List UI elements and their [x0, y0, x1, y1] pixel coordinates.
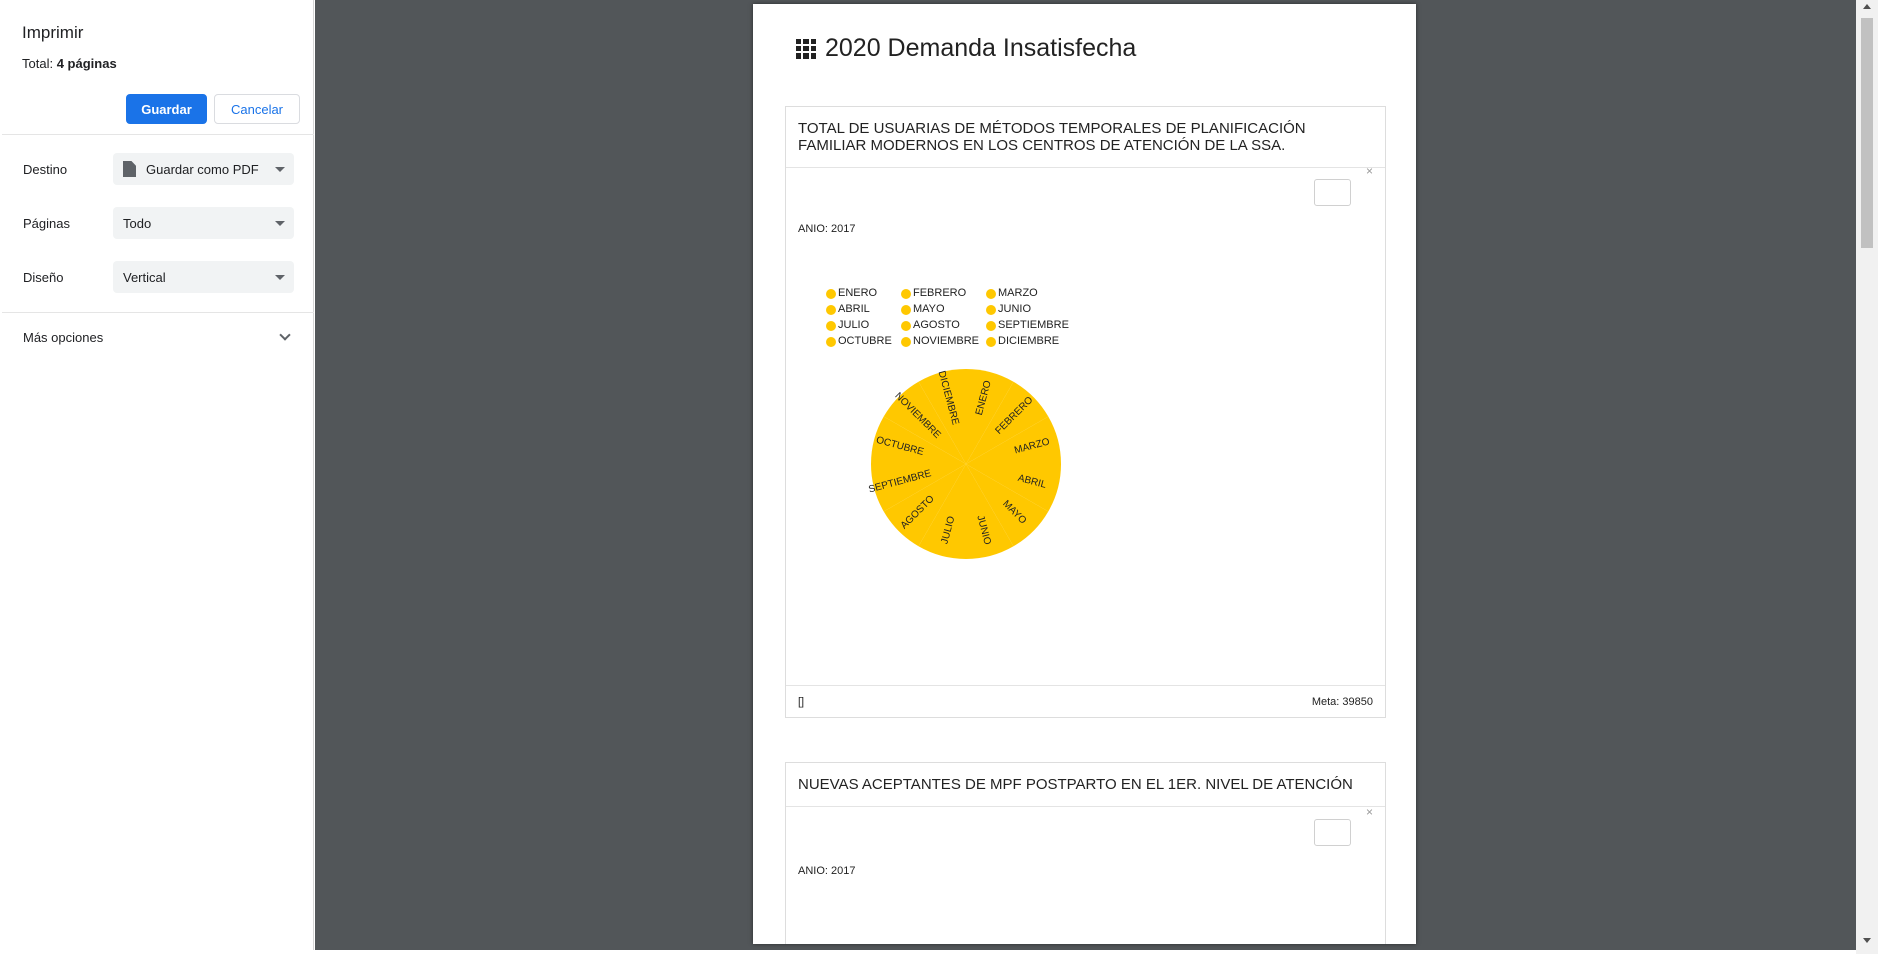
legend-item: JULIO [826, 319, 901, 332]
destination-label: Destino [23, 162, 68, 177]
year-label: ANIO: 2017 [798, 223, 856, 235]
legend-item: ENERO [826, 287, 901, 300]
close-icon[interactable]: × [1366, 164, 1373, 178]
print-preview-window: Imprimir Total: 4 páginas Guardar Cancel… [0, 0, 1878, 954]
legend-swatch [901, 288, 911, 299]
pages-label: Páginas [23, 216, 70, 231]
pages-value: Todo [123, 215, 152, 231]
pie-chart: ENERO FEBREROMARZOABRILMAYOJUNIOJULIOAGOS… [867, 369, 1061, 559]
scroll-down-arrow-icon[interactable] [1863, 938, 1871, 943]
card-heading: NUEVAS ACEPTANTES DE MPF POSTPARTO EN EL… [786, 763, 1385, 807]
pages-select[interactable]: Todo [113, 207, 294, 239]
legend-swatch [826, 320, 836, 331]
page-total: Total: 4 páginas [22, 56, 117, 71]
legend-label: AGOSTO [913, 319, 960, 331]
legend-item: MAYO [901, 303, 986, 316]
card-option-box[interactable] [1314, 819, 1351, 846]
legend-label: ENERO [838, 287, 878, 299]
footer-data: [] [798, 696, 805, 708]
total-value: 4 páginas [56, 56, 117, 71]
apps-grid-icon [796, 38, 816, 59]
legend-swatch [826, 304, 836, 315]
legend-swatch [986, 320, 996, 331]
card-footer: [] Meta: 39850 [786, 685, 1385, 717]
destination-select[interactable]: Guardar como PDF [113, 153, 294, 185]
legend-swatch [826, 288, 836, 299]
layout-select[interactable]: Vertical [113, 261, 294, 293]
legend-item: FEBRERO [901, 287, 986, 300]
cancel-button[interactable]: Cancelar [214, 94, 300, 124]
legend-item: AGOSTO [901, 319, 986, 332]
page-preview: 2020 Demanda Insatisfecha TOTAL DE USUAR… [753, 4, 1416, 944]
page-title: 2020 Demanda Insatisfecha [796, 34, 1136, 63]
legend-swatch [901, 304, 911, 315]
legend-label: JUNIO [998, 303, 1031, 315]
legend-label: SEPTIEMBRE [998, 319, 1069, 331]
dropdown-arrow-icon [275, 275, 285, 280]
legend-item: MARZO [986, 287, 1076, 300]
total-label: Total: [22, 56, 54, 71]
legend-swatch [901, 320, 911, 331]
page-title-text: 2020 Demanda Insatisfecha [825, 34, 1137, 62]
legend-label: JULIO [838, 319, 870, 331]
dropdown-arrow-icon [275, 167, 285, 172]
legend-swatch [826, 336, 836, 347]
chart-card: TOTAL DE USUARIAS DE MÉTODOS TEMPORALES … [785, 106, 1386, 718]
divider [2, 312, 314, 313]
chart-card: NUEVAS ACEPTANTES DE MPF POSTPARTO EN EL… [785, 762, 1386, 944]
divider [2, 134, 314, 135]
year-label: ANIO: 2017 [798, 865, 856, 877]
document-icon [123, 161, 136, 177]
chevron-down-icon[interactable] [279, 329, 291, 341]
goal-label: Meta: 39850 [1311, 696, 1373, 708]
legend-swatch [986, 304, 996, 315]
legend-label: FEBRERO [913, 287, 967, 299]
print-settings-panel: Imprimir Total: 4 páginas Guardar Cancel… [2, 0, 314, 950]
legend-swatch [986, 288, 996, 299]
scroll-thumb[interactable] [1861, 18, 1873, 248]
scroll-up-arrow-icon[interactable] [1863, 4, 1871, 9]
destination-value: Guardar como PDF [146, 161, 259, 177]
legend-label: ABRIL [838, 303, 870, 315]
layout-label: Diseño [23, 270, 64, 285]
card-option-box[interactable] [1314, 179, 1351, 206]
legend-item: ABRIL [826, 303, 901, 316]
layout-value: Vertical [123, 269, 166, 285]
panel-title: Imprimir [22, 23, 84, 42]
save-button[interactable]: Guardar [126, 94, 207, 124]
card-heading: TOTAL DE USUARIAS DE MÉTODOS TEMPORALES … [786, 107, 1385, 168]
close-icon[interactable]: × [1366, 805, 1373, 819]
scrollbar[interactable] [1856, 0, 1878, 954]
legend-item: SEPTIEMBRE [986, 319, 1076, 332]
legend-label: MAYO [913, 303, 945, 315]
more-options-toggle[interactable]: Más opciones [23, 330, 103, 345]
legend-label: MARZO [998, 287, 1038, 299]
dropdown-arrow-icon [275, 221, 285, 226]
legend-item: JUNIO [986, 303, 1076, 316]
